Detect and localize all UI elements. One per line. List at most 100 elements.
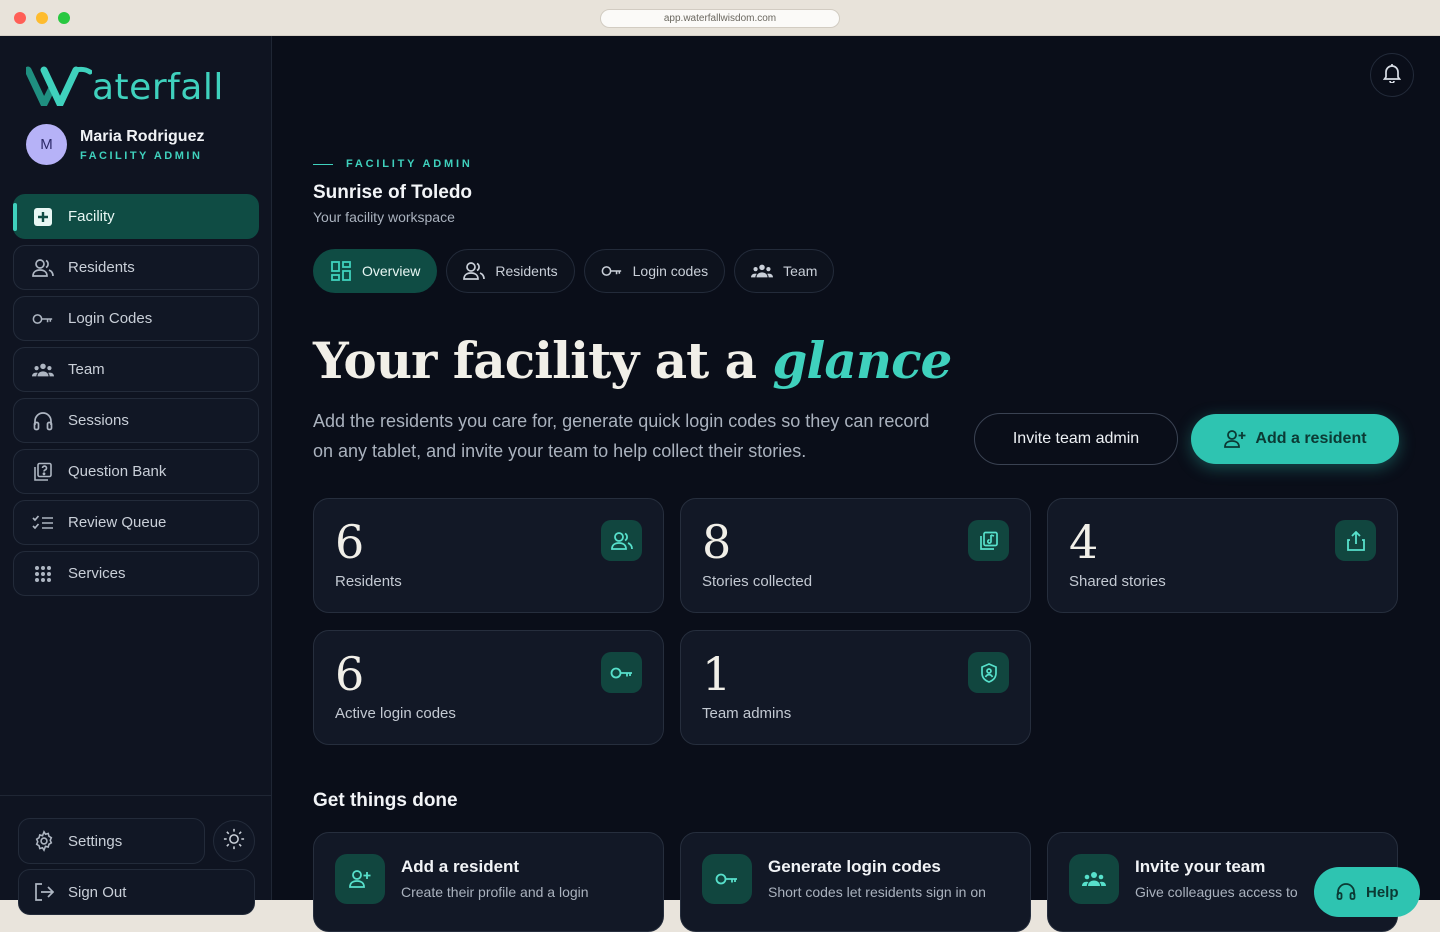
user-profile[interactable]: M Maria Rodriguez FACILITY ADMIN — [26, 124, 204, 165]
tab-residents[interactable]: Residents — [446, 249, 575, 293]
action-title: Add a resident — [401, 857, 520, 876]
key-icon — [32, 308, 54, 330]
stat-label: Stories collected — [702, 573, 813, 590]
headset-icon — [1336, 882, 1356, 902]
sidebar-item-label: Services — [68, 565, 126, 582]
help-label: Help — [1366, 883, 1399, 901]
key-icon — [702, 854, 752, 904]
stat-card-stories[interactable]: 8 Stories collected — [680, 498, 1031, 613]
key-icon — [601, 260, 623, 282]
sun-icon — [223, 828, 245, 855]
sidebar-item-label: Team — [68, 361, 105, 378]
eyebrow-text: FACILITY ADMIN — [346, 158, 473, 170]
sidebar-item-residents[interactable]: Residents — [13, 245, 259, 290]
action-card-add-resident[interactable]: Add a resident Create their profile and … — [313, 832, 664, 932]
sign-out-button[interactable]: Sign Out — [18, 869, 255, 915]
action-description: Short codes let residents sign in on — [768, 884, 986, 900]
eyebrow-divider — [313, 163, 333, 165]
address-bar[interactable]: app.waterfallwisdom.com — [600, 9, 840, 28]
tab-bar: Overview Residents Login codes Team — [313, 249, 843, 293]
plus-square-icon — [32, 206, 54, 228]
facility-name: Sunrise of Toledo — [313, 182, 473, 203]
dashboard-icon — [330, 260, 352, 282]
share-icon — [1335, 520, 1376, 561]
tab-team[interactable]: Team — [734, 249, 835, 293]
page-title: Your facility at a glance — [313, 331, 952, 390]
sidebar-item-sessions[interactable]: Sessions — [13, 398, 259, 443]
tab-label: Residents — [495, 263, 558, 279]
page-title-accent: glance — [772, 331, 952, 390]
bell-icon — [1382, 63, 1402, 88]
sidebar-item-label: Question Bank — [68, 463, 167, 480]
team-icon — [32, 359, 54, 381]
facility-subtitle: Your facility workspace — [313, 209, 455, 225]
stat-card-login-codes[interactable]: 6 Active login codes — [313, 630, 664, 745]
sidebar-item-label: Sessions — [68, 412, 129, 429]
checklist-icon — [32, 512, 54, 534]
sidebar-item-review-queue[interactable]: Review Queue — [13, 500, 259, 545]
sidebar-item-question-bank[interactable]: Question Bank — [13, 449, 259, 494]
tab-label: Login codes — [632, 263, 709, 279]
tab-login-codes[interactable]: Login codes — [583, 249, 726, 293]
tab-label: Overview — [362, 263, 421, 279]
key-icon — [601, 652, 642, 693]
sidebar-nav: Facility Residents Login Codes Team Sess… — [13, 194, 259, 602]
team-icon — [1069, 854, 1119, 904]
invite-team-admin-button[interactable]: Invite team admin — [974, 413, 1178, 465]
user-plus-icon — [335, 854, 385, 904]
window-close-button[interactable] — [14, 12, 26, 24]
brand-logo[interactable]: aterfall — [26, 62, 224, 106]
stat-label: Shared stories — [1069, 573, 1166, 590]
user-plus-icon — [1223, 427, 1247, 451]
action-description: Create their profile and a login — [401, 884, 589, 900]
gear-icon — [33, 830, 55, 852]
settings-button[interactable]: Settings — [18, 818, 205, 864]
user-name: Maria Rodriguez — [80, 127, 205, 145]
sidebar-item-label: Facility — [68, 208, 115, 225]
add-resident-label: Add a resident — [1255, 430, 1367, 447]
users-icon — [601, 520, 642, 561]
theme-toggle-button[interactable] — [213, 820, 255, 862]
stat-card-team-admins[interactable]: 1 Team admins — [680, 630, 1031, 745]
grid-dots-icon — [32, 563, 54, 585]
tab-overview[interactable]: Overview — [313, 249, 438, 293]
stat-card-shared-stories[interactable]: 4 Shared stories — [1047, 498, 1398, 613]
stat-value: 6 — [335, 647, 365, 701]
headphones-icon — [32, 410, 54, 432]
brand-wordmark: aterfall — [92, 67, 224, 108]
sidebar-item-login-codes[interactable]: Login Codes — [13, 296, 259, 341]
stat-value: 1 — [702, 647, 732, 701]
sidebar-item-facility[interactable]: Facility — [13, 194, 259, 239]
stat-label: Active login codes — [335, 705, 456, 722]
action-title: Generate login codes — [768, 857, 941, 876]
sidebar-item-services[interactable]: Services — [13, 551, 259, 596]
stat-value: 4 — [1069, 515, 1099, 569]
stat-card-residents[interactable]: 6 Residents — [313, 498, 664, 613]
user-role: FACILITY ADMIN — [80, 149, 203, 162]
action-card-generate-codes[interactable]: Generate login codes Short codes let res… — [680, 832, 1031, 932]
browser-chrome: app.waterfallwisdom.com — [0, 0, 1440, 36]
stat-value: 6 — [335, 515, 365, 569]
section-title: Get things done — [313, 790, 458, 811]
window-maximize-button[interactable] — [58, 12, 70, 24]
help-button[interactable]: Help — [1314, 867, 1420, 917]
add-resident-button[interactable]: Add a resident — [1191, 414, 1399, 464]
tab-label: Team — [783, 263, 818, 279]
sidebar-item-label: Review Queue — [68, 514, 167, 531]
shield-icon — [968, 652, 1009, 693]
stories-icon — [968, 520, 1009, 561]
users-icon — [463, 260, 486, 282]
stat-label: Team admins — [702, 705, 792, 722]
stat-label: Residents — [335, 573, 402, 590]
users-icon — [32, 257, 54, 279]
window-minimize-button[interactable] — [36, 12, 48, 24]
notifications-button[interactable] — [1370, 53, 1414, 97]
team-icon — [751, 260, 774, 282]
page-eyebrow: FACILITY ADMIN — [313, 158, 473, 170]
sidebar-item-team[interactable]: Team — [13, 347, 259, 392]
action-description: Give colleagues access to — [1135, 884, 1298, 900]
stat-value: 8 — [702, 515, 732, 569]
action-title: Invite your team — [1135, 857, 1266, 876]
page-title-prefix: Your facility at a — [313, 331, 773, 390]
avatar: M — [26, 124, 67, 165]
